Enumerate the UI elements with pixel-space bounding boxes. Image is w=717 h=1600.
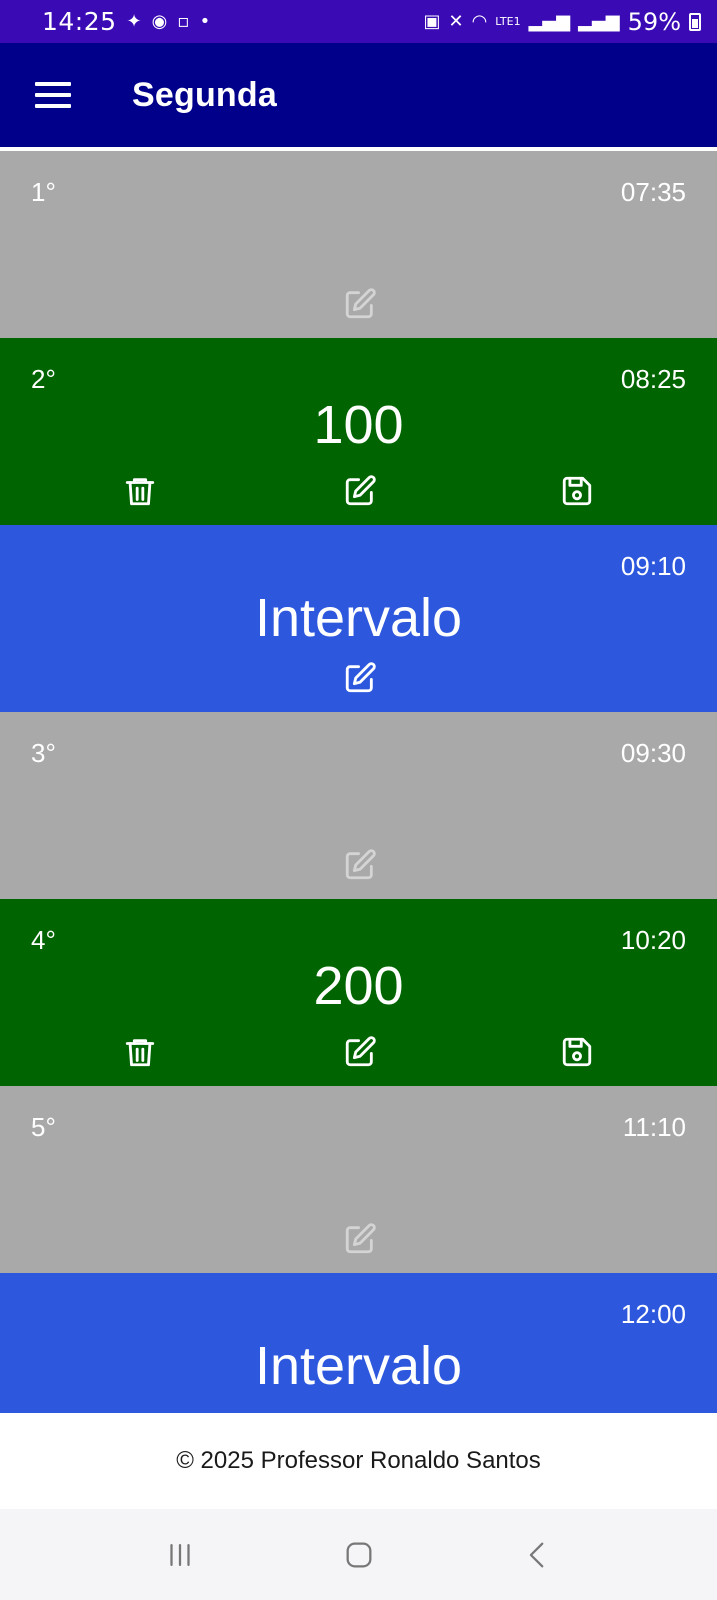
- interval-slot[interactable]: 12:00 Intervalo: [0, 1273, 717, 1413]
- more-notifications-dot-icon: •: [199, 10, 211, 32]
- battery-saver-icon: ▣: [423, 10, 441, 32]
- edit-icon[interactable]: [340, 284, 380, 324]
- slot-content: 100: [313, 395, 404, 455]
- slot-number: 3°: [31, 738, 56, 768]
- back-button[interactable]: [508, 1530, 568, 1580]
- floppy-disk-icon[interactable]: [557, 1032, 597, 1072]
- slot-number: 4°: [31, 925, 56, 955]
- mute-icon: ✕: [448, 10, 464, 32]
- edit-icon[interactable]: [340, 1032, 380, 1072]
- app-screen: 14:25 ✦ ◉ ▫ • ▣ ✕ ◠ LTE1 ▂▄▆ ▂▄▆ 59% Seg…: [0, 0, 717, 1600]
- slot-time: 12:00: [620, 1299, 686, 1329]
- footer-copyright: © 2025 Professor Ronaldo Santos: [176, 1447, 541, 1474]
- edit-icon[interactable]: [340, 845, 380, 885]
- slot-number: 1°: [31, 177, 56, 207]
- messenger-icon: ◉: [151, 10, 168, 32]
- status-bar: 14:25 ✦ ◉ ▫ • ▣ ✕ ◠ LTE1 ▂▄▆ ▂▄▆ 59%: [0, 0, 717, 43]
- network-type-label: LTE1: [495, 15, 521, 28]
- slot-content: Intervalo: [254, 588, 463, 648]
- app-bar: Segunda: [0, 43, 717, 147]
- schedule-slot-1[interactable]: 1° 07:35: [0, 151, 717, 338]
- trash-icon[interactable]: [120, 1032, 160, 1072]
- hamburger-menu-icon[interactable]: [35, 82, 71, 108]
- slot-time: 09:10: [620, 551, 686, 581]
- voicemail-icon: ▫: [177, 10, 190, 32]
- edit-icon[interactable]: [340, 471, 380, 511]
- signal-icon-2: ▂▄▆: [578, 10, 620, 32]
- slot-content: Intervalo: [254, 1336, 463, 1396]
- schedule-slot-4[interactable]: 4° 10:20 200: [0, 899, 717, 1086]
- wifi-icon: ◠: [471, 10, 488, 32]
- slot-number: 5°: [31, 1112, 56, 1142]
- slot-time: 11:10: [622, 1112, 686, 1142]
- status-right: ▣ ✕ ◠ LTE1 ▂▄▆ ▂▄▆ 59%: [423, 8, 701, 36]
- slot-number: 2°: [31, 364, 56, 394]
- status-time: 14:25: [42, 7, 117, 36]
- menu-line: [35, 82, 71, 86]
- battery-icon: [689, 12, 701, 31]
- battery-percentage: 59%: [627, 7, 681, 36]
- interval-slot[interactable]: 09:10 Intervalo: [0, 525, 717, 712]
- schedule-slot-5[interactable]: 5° 11:10: [0, 1086, 717, 1273]
- slot-time: 07:35: [620, 177, 686, 207]
- slot-time: 10:20: [620, 925, 686, 955]
- signal-icon: ▂▄▆: [528, 10, 571, 32]
- app-notification-icon: ✦: [126, 10, 142, 32]
- page-title: Segunda: [132, 75, 277, 114]
- edit-icon[interactable]: [340, 658, 380, 698]
- edit-icon[interactable]: [340, 1219, 380, 1259]
- menu-line: [35, 104, 71, 108]
- status-left: 14:25 ✦ ◉ ▫ •: [42, 7, 423, 36]
- slot-time: 08:25: [620, 364, 686, 394]
- menu-line: [35, 93, 71, 97]
- schedule-list[interactable]: 1° 07:35 2° 08:25 100 09:10 Intervalo 3°…: [0, 147, 717, 1413]
- schedule-slot-2[interactable]: 2° 08:25 100: [0, 338, 717, 525]
- trash-icon[interactable]: [120, 471, 160, 511]
- floppy-disk-icon[interactable]: [557, 471, 597, 511]
- schedule-slot-3[interactable]: 3° 09:30: [0, 712, 717, 899]
- footer: © 2025 Professor Ronaldo Santos: [0, 1413, 717, 1509]
- slot-content: 200: [313, 956, 404, 1016]
- system-navigation-bar: [0, 1509, 717, 1600]
- home-button[interactable]: [329, 1530, 389, 1580]
- recent-apps-button[interactable]: [150, 1530, 210, 1580]
- slot-time: 09:30: [620, 738, 686, 768]
